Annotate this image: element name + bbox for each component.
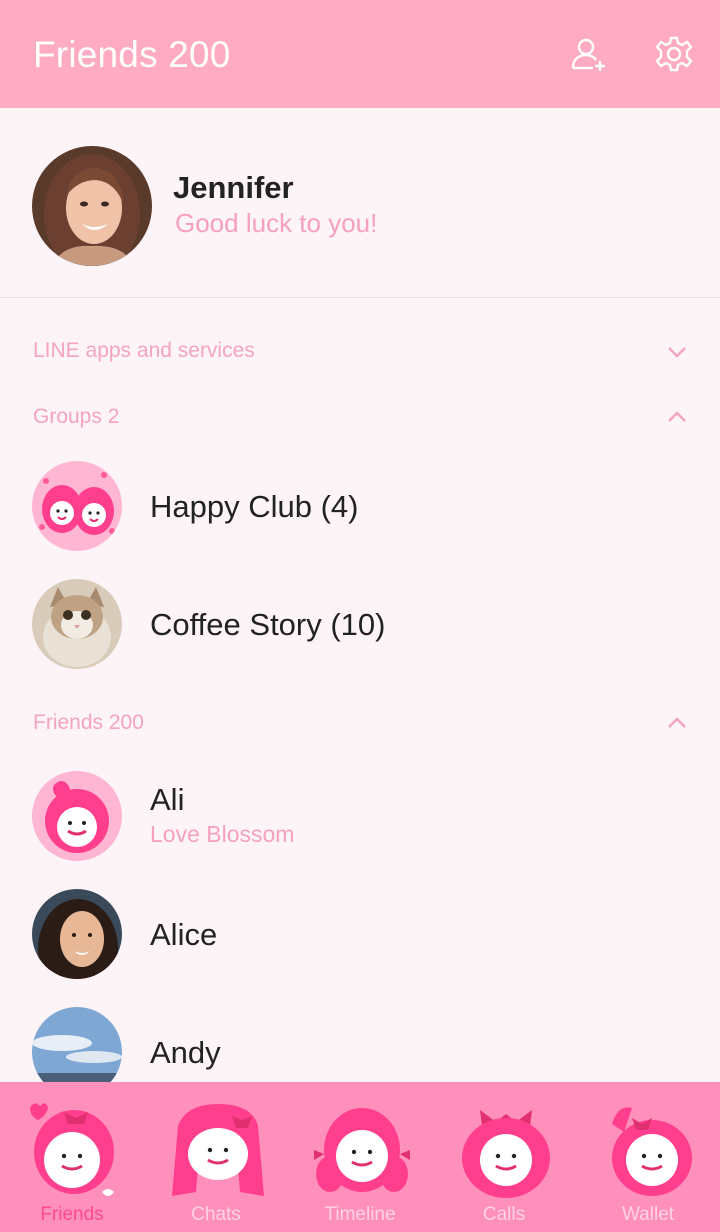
- friends-tab-icon: [30, 1103, 114, 1196]
- tab-label: Timeline: [324, 1204, 396, 1225]
- gear-icon[interactable]: [654, 34, 694, 74]
- tab-calls[interactable]: Calls: [432, 1082, 576, 1232]
- section-friends[interactable]: Friends 200: [33, 711, 144, 735]
- friend-status-message: Love Blossom: [150, 821, 295, 847]
- app-header: Friends 200: [0, 0, 720, 108]
- my-profile[interactable]: Jennifer Good luck to you!: [0, 108, 720, 298]
- calls-tab-icon: [462, 1110, 550, 1198]
- timeline-tab-icon: [314, 1108, 410, 1192]
- page-title: Friends 200: [33, 34, 231, 75]
- list-item-friend[interactable]: Alice: [0, 878, 720, 990]
- tab-label: Chats: [191, 1204, 241, 1225]
- chevron-up-icon[interactable]: [666, 716, 688, 730]
- tab-friends[interactable]: Friends: [0, 1082, 144, 1232]
- tab-label: Friends: [40, 1204, 104, 1225]
- group-name: Coffee Story (10): [150, 607, 386, 642]
- group-avatar: [32, 461, 122, 551]
- list-item-group[interactable]: Happy Club (4): [0, 450, 720, 562]
- wallet-tab-icon: [612, 1107, 692, 1196]
- tab-timeline[interactable]: Timeline: [288, 1082, 432, 1232]
- friend-name: Ali: [150, 782, 185, 817]
- profile-name: Jennifer: [173, 170, 294, 205]
- tab-wallet[interactable]: Wallet: [576, 1082, 720, 1232]
- tab-label: Wallet: [621, 1204, 675, 1225]
- chats-tab-icon: [172, 1104, 264, 1196]
- tab-label: Calls: [482, 1204, 526, 1225]
- friend-name: Andy: [150, 1035, 221, 1070]
- list-item-friend[interactable]: Ali Love Blossom: [0, 760, 720, 872]
- add-friend-icon[interactable]: [569, 34, 609, 74]
- profile-status-message: Good luck to you!: [175, 208, 378, 238]
- section-line-apps[interactable]: LINE apps and services: [33, 339, 255, 363]
- chevron-up-icon[interactable]: [666, 410, 688, 424]
- group-avatar: [32, 579, 122, 669]
- tab-chats[interactable]: Chats: [144, 1082, 288, 1232]
- group-name: Happy Club (4): [150, 489, 359, 524]
- avatar: [32, 889, 122, 979]
- avatar: [32, 771, 122, 861]
- friend-name: Alice: [150, 917, 218, 952]
- avatar[interactable]: [32, 146, 152, 266]
- list-item-group[interactable]: Coffee Story (10): [0, 568, 720, 680]
- section-groups[interactable]: Groups 2: [33, 405, 119, 429]
- chevron-down-icon[interactable]: [666, 345, 688, 359]
- bottom-tab-bar: Friends Chats Timeline Calls Wallet: [0, 1082, 720, 1232]
